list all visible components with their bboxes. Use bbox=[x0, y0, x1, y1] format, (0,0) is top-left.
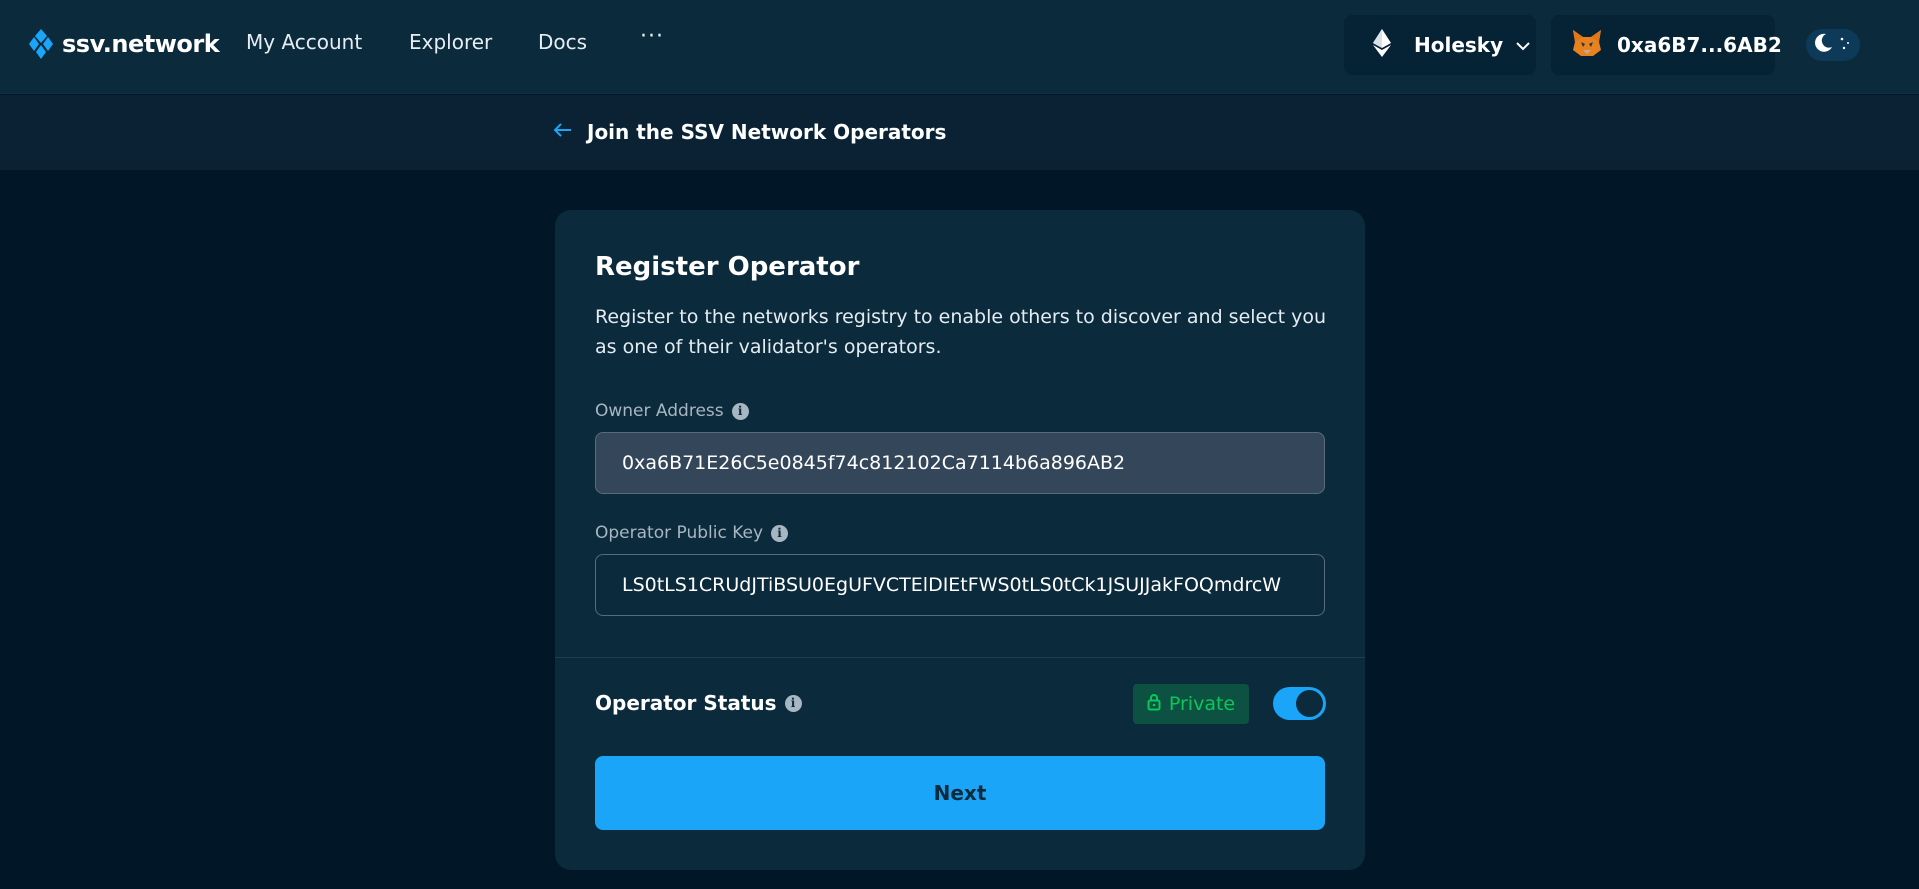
back-link-label: Join the SSV Network Operators bbox=[587, 120, 947, 144]
next-button[interactable]: Next bbox=[595, 756, 1325, 830]
operator-status-toggle[interactable] bbox=[1273, 687, 1326, 720]
back-link[interactable]: Join the SSV Network Operators bbox=[553, 120, 946, 144]
brand-logo[interactable]: ssv.network bbox=[28, 27, 220, 61]
nav-explorer[interactable]: Explorer bbox=[409, 30, 492, 54]
network-selector[interactable]: Holesky bbox=[1344, 15, 1536, 75]
card-description: Register to the networks registry to ena… bbox=[595, 306, 1327, 358]
chevron-down-icon bbox=[1515, 36, 1531, 55]
info-icon[interactable]: i bbox=[784, 694, 802, 712]
info-icon[interactable]: i bbox=[771, 524, 789, 542]
wallet-button[interactable]: 0xa6B7...6AB2 bbox=[1551, 15, 1782, 75]
owner-address-field[interactable]: 0xa6B71E26C5e0845f74c812102Ca7114b6a896A… bbox=[595, 432, 1325, 494]
page-title: Register Operator bbox=[595, 252, 860, 282]
more-menu-button[interactable]: ··· bbox=[640, 24, 664, 49]
operator-public-key-field[interactable]: LS0tLS1CRUdJTiBSU0EgUFVCTElDIEtFWS0tLS0t… bbox=[595, 554, 1325, 616]
stars-icon bbox=[1838, 35, 1852, 55]
operator-key-label: Operator Public Key bbox=[595, 523, 764, 543]
arrow-left-icon bbox=[553, 122, 573, 142]
operator-status-label: Operator Status bbox=[595, 691, 777, 715]
divider bbox=[555, 657, 1365, 658]
operator-status-label-row: Operator Status i bbox=[595, 691, 802, 715]
moon-icon bbox=[1812, 32, 1834, 58]
owner-address-label: Owner Address bbox=[595, 401, 724, 421]
network-label: Holesky bbox=[1414, 33, 1504, 57]
wallet-address: 0xa6B7...6AB2 bbox=[1617, 33, 1782, 57]
ssv-logo-icon bbox=[28, 27, 56, 61]
theme-toggle[interactable] bbox=[1806, 29, 1860, 61]
status-badge-label: Private bbox=[1168, 693, 1236, 715]
top-navigation-bar: ssv.network My Account Explorer Docs ···… bbox=[0, 0, 1919, 94]
register-operator-card: Register Operator Register to the networ… bbox=[555, 210, 1365, 870]
info-icon[interactable]: i bbox=[731, 402, 749, 420]
nav-docs[interactable]: Docs bbox=[538, 30, 587, 54]
owner-address-label-row: Owner Address i bbox=[595, 401, 749, 421]
lock-icon bbox=[1147, 693, 1161, 716]
nav-my-account[interactable]: My Account bbox=[246, 30, 362, 54]
operator-key-label-row: Operator Public Key i bbox=[595, 523, 789, 543]
ethereum-icon bbox=[1372, 28, 1392, 62]
metamask-fox-icon bbox=[1571, 28, 1603, 62]
brand-name: ssv.network bbox=[62, 30, 220, 58]
page-subheader bbox=[0, 95, 1919, 170]
toggle-knob bbox=[1296, 690, 1323, 717]
status-badge: Private bbox=[1133, 684, 1249, 724]
